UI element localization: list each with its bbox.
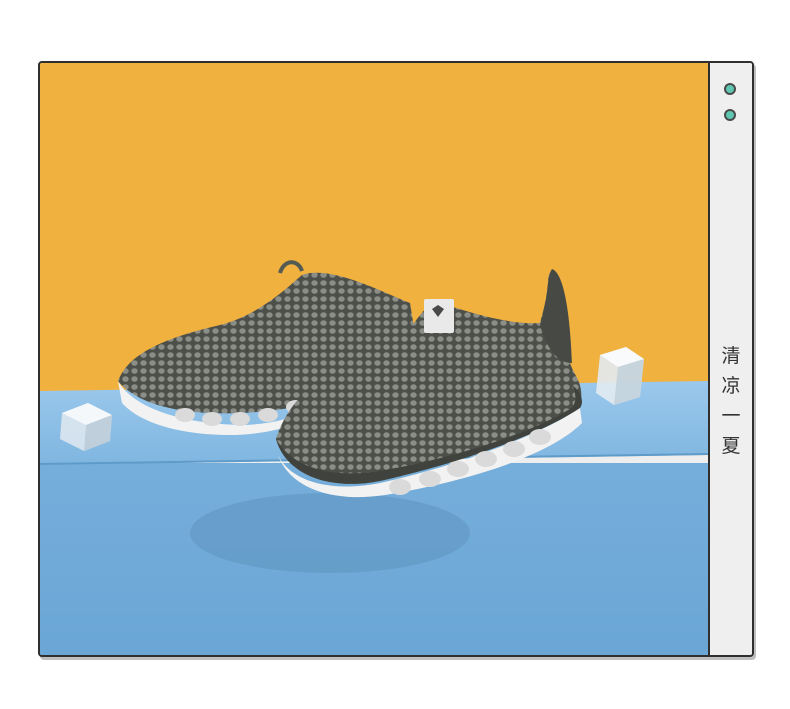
- ice-cube-right: [596, 347, 644, 405]
- vertical-caption: 清 凉 一 夏: [710, 345, 752, 457]
- side-panel: 清 凉 一 夏: [708, 63, 752, 655]
- indicator-dot-bottom: [724, 109, 736, 121]
- brand-tongue-label: [424, 299, 454, 333]
- product-photo: [40, 63, 708, 655]
- caption-char-4: 夏: [721, 435, 741, 457]
- caption-char-3: 一: [721, 405, 741, 427]
- photo-frame: 清 凉 一 夏: [38, 61, 754, 657]
- caption-char-2: 凉: [721, 375, 741, 397]
- caption-char-1: 清: [721, 345, 741, 367]
- shoe-shadow: [190, 493, 470, 573]
- photo-illustration: [40, 63, 708, 655]
- indicator-dot-top: [724, 83, 736, 95]
